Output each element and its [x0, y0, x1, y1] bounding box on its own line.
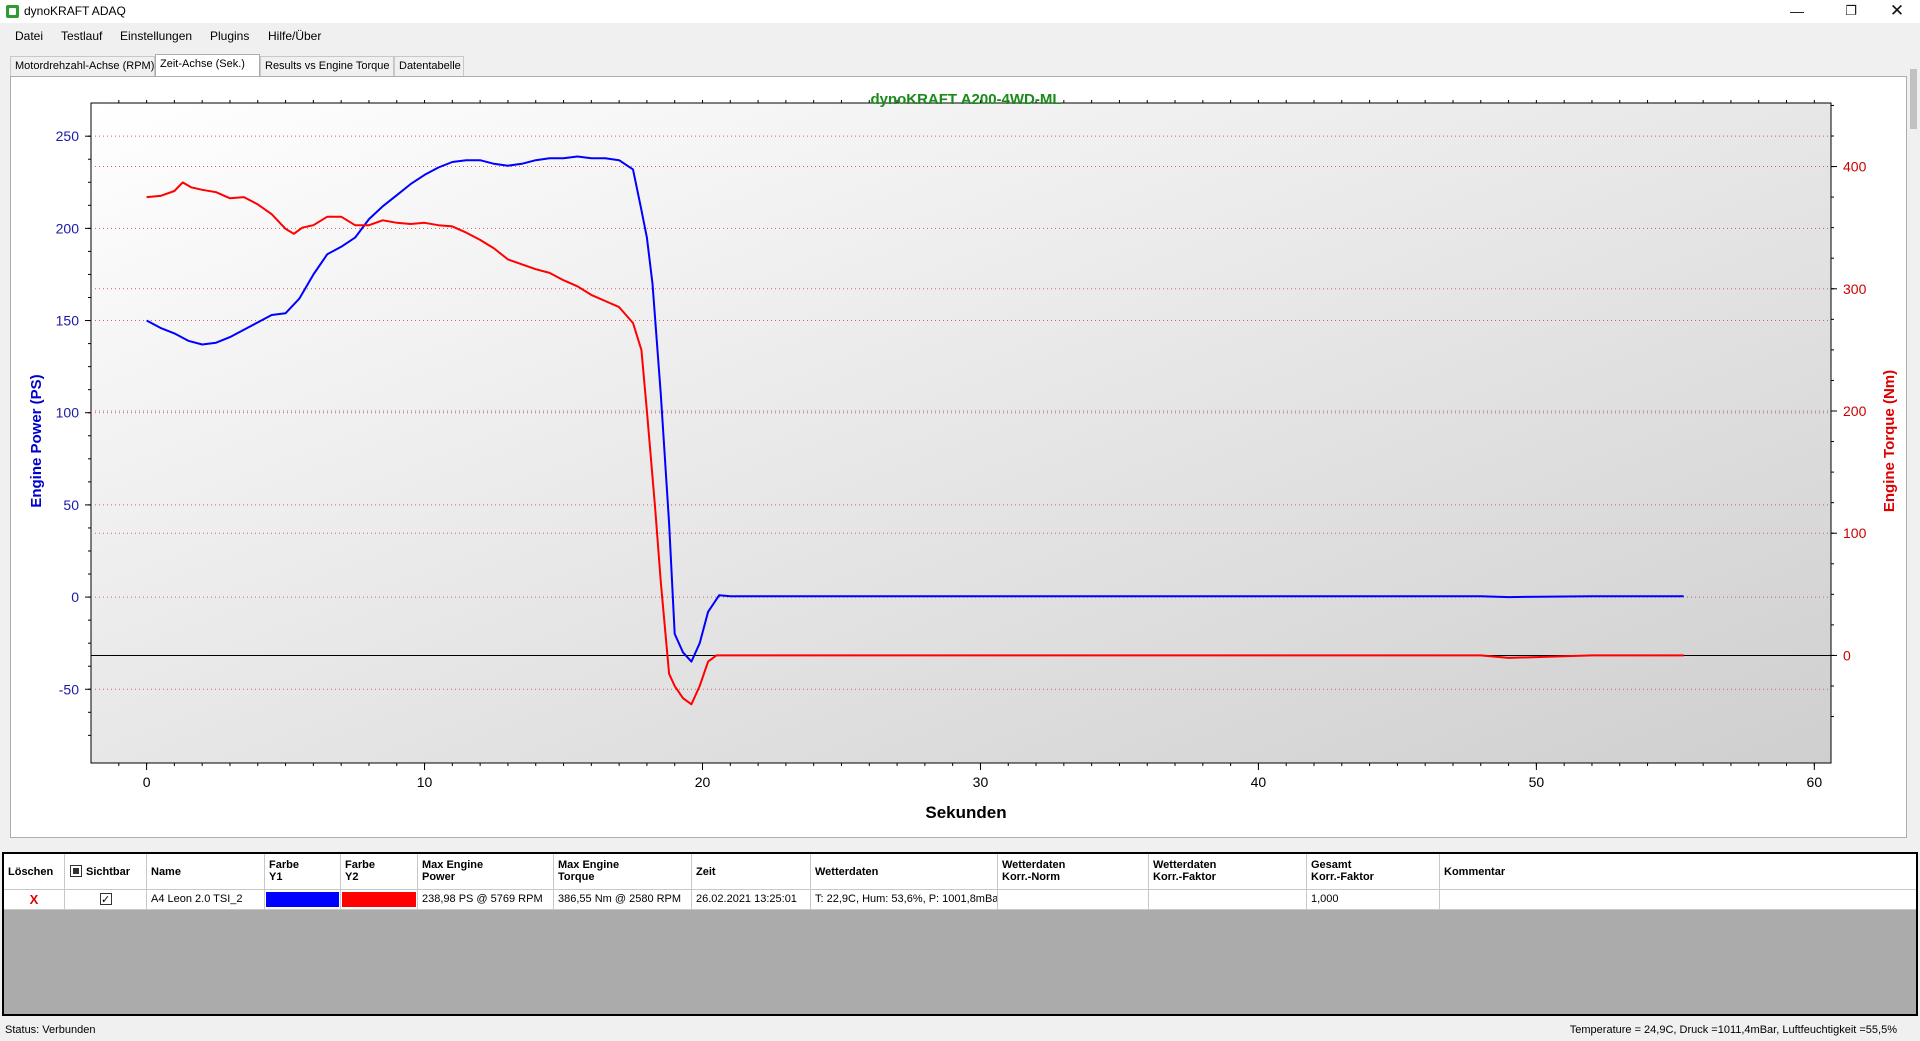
total-factor-cell: 1,000: [1307, 890, 1440, 909]
ambient-readout: Temperature = 24,9C, Druck =1011,4mBar, …: [1569, 1024, 1897, 1036]
plot-area: [90, 102, 1832, 764]
x-tick-label: 0: [143, 774, 151, 790]
x-tick-label: 30: [973, 774, 989, 790]
y-tick-label: 50: [63, 497, 79, 513]
scrollbar-thumb[interactable]: [1910, 69, 1917, 129]
header-wetter-norm[interactable]: Wetterdaten Korr.-Norm: [998, 854, 1149, 889]
window-title: dynoKRAFT ADAQ: [24, 4, 126, 18]
maximize-button[interactable]: ❐: [1828, 0, 1874, 23]
x-tick-label: 40: [1251, 774, 1267, 790]
y-axis-label: Engine Power (PS): [28, 374, 45, 507]
title-bar: dynoKRAFT ADAQ — ❐ ✕: [0, 0, 1920, 23]
menu-datei[interactable]: Datei: [15, 29, 43, 43]
results-grid: Löschen Sichtbar Name Farbe Y1 Farbe Y2 Ma…: [2, 852, 1918, 1016]
y-tick-label: 250: [56, 128, 80, 144]
select-all-checkbox[interactable]: [70, 865, 82, 877]
header-sichtbar[interactable]: Sichtbar: [65, 854, 147, 889]
menu-testlauf[interactable]: Testlauf: [61, 29, 102, 43]
header-name[interactable]: Name: [147, 854, 265, 889]
minimize-button[interactable]: —: [1774, 0, 1820, 23]
menu-plugins[interactable]: Plugins: [210, 29, 249, 43]
tab-rpm-axis[interactable]: Motordrehzahl-Achse (RPM): [10, 56, 155, 76]
visible-checkbox[interactable]: [100, 891, 112, 909]
y2-tick-label: 300: [1843, 281, 1867, 297]
y-tick-label: -50: [59, 681, 79, 697]
y-tick-label: 100: [56, 405, 80, 421]
header-wetter-faktor[interactable]: Wetterdaten Korr.-Faktor: [1149, 854, 1307, 889]
max-torque-cell: 386,55 Nm @ 2580 RPM: [554, 890, 692, 909]
tab-results-vs-torque[interactable]: Results vs Engine Torque: [260, 56, 394, 76]
header-wetterdaten[interactable]: Wetterdaten: [811, 854, 998, 889]
chart-title: dynoKRAFT A200-4WD-ML: [870, 91, 1061, 108]
color-y2-cell[interactable]: [341, 890, 418, 909]
weather-factor-cell: [1149, 890, 1307, 909]
header-farbe-y1[interactable]: Farbe Y1: [265, 854, 341, 889]
app-icon: [6, 5, 19, 18]
y-tick-label: 200: [56, 220, 80, 236]
dyno-chart: -50 0 50 100 150 200 250 0 100 200 300 400 0 10 20 30 40…: [28, 91, 1898, 822]
y2-tick-label: 400: [1843, 159, 1867, 175]
header-gesamt-faktor[interactable]: Gesamt Korr.-Faktor: [1307, 854, 1440, 889]
header-max-power[interactable]: Max Engine Power: [418, 854, 554, 889]
x-tick-label: 60: [1807, 774, 1823, 790]
x-tick-label: 50: [1529, 774, 1545, 790]
header-farbe-y2[interactable]: Farbe Y2: [341, 854, 418, 889]
header-zeit[interactable]: Zeit: [692, 854, 811, 889]
menu-bar: Datei Testlauf Einstellungen Plugins Hil…: [0, 25, 1920, 49]
y2-tick-label: 0: [1843, 647, 1851, 663]
x-axis-label: Sekunden: [925, 803, 1006, 822]
y-tick-label: 150: [56, 313, 80, 329]
comment-cell[interactable]: [1440, 890, 1916, 909]
menu-einstellungen[interactable]: Einstellungen: [120, 29, 192, 43]
header-loeschen[interactable]: Löschen: [4, 854, 65, 889]
tab-time-axis[interactable]: Zeit-Achse (Sek.): [155, 54, 260, 76]
vertical-scrollbar[interactable]: [1907, 49, 1920, 849]
color-y1-swatch[interactable]: [266, 892, 339, 907]
color-y2-swatch[interactable]: [342, 892, 416, 907]
max-power-cell: 238,98 PS @ 5769 RPM: [418, 890, 554, 909]
menu-hilfe[interactable]: Hilfe/Über: [268, 29, 321, 43]
y-tick-label: 0: [71, 589, 79, 605]
x-tick-label: 20: [695, 774, 711, 790]
x-tick-label: 10: [417, 774, 433, 790]
weather-norm-cell[interactable]: [998, 890, 1149, 909]
visible-cell: [65, 890, 147, 909]
grid-header: Löschen Sichtbar Name Farbe Y1 Farbe Y2 Ma…: [4, 854, 1916, 890]
y2-tick-label: 100: [1843, 525, 1867, 541]
status-bar: Status: Verbunden Temperature = 24,9C, D…: [0, 1020, 1920, 1041]
y2-tick-label: 200: [1843, 403, 1867, 419]
run-name-cell[interactable]: A4 Leon 2.0 TSI_2: [147, 890, 265, 909]
tab-datentabelle[interactable]: Datentabelle: [394, 56, 464, 76]
header-kommentar[interactable]: Kommentar: [1440, 854, 1916, 889]
connection-status: Status: Verbunden: [5, 1024, 96, 1036]
y2-axis-label: Engine Torque (Nm): [1881, 370, 1898, 512]
color-y1-cell[interactable]: [265, 890, 341, 909]
time-cell: 26.02.2021 13:25:01: [692, 890, 811, 909]
close-button[interactable]: ✕: [1874, 0, 1920, 23]
delete-run-button[interactable]: X: [4, 890, 65, 909]
chart-panel: -50 0 50 100 150 200 250 0 100 200 300 400 0 10 20 30 40…: [10, 76, 1907, 838]
table-row[interactable]: X A4 Leon 2.0 TSI_2 238,98 PS @ 5769 RPM…: [4, 890, 1916, 910]
header-max-torque[interactable]: Max Engine Torque: [554, 854, 692, 889]
weather-cell: T: 22,9C, Hum: 53,6%, P: 1001,8mBar: [811, 890, 998, 909]
